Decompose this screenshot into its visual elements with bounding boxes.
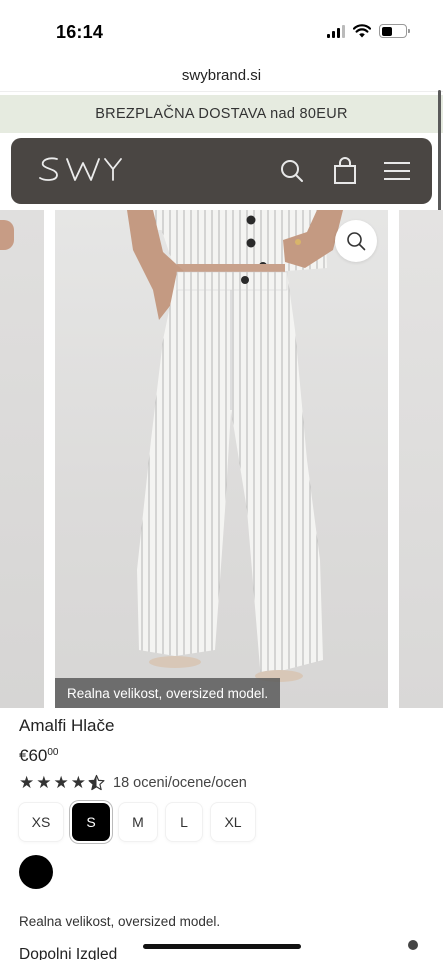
price-main: €60 [19,746,48,765]
cellular-signal-icon [327,24,345,38]
product-gallery[interactable]: Realna velikost, oversized model. [0,210,443,708]
scrollbar[interactable] [438,90,441,214]
zoom-icon [347,232,366,251]
star-full-icon: ★ [36,773,52,792]
size-option-xl[interactable]: XL [211,803,255,841]
price-cents: 00 [47,747,59,758]
size-option-m[interactable]: M [119,803,157,841]
promo-banner: BREZPLAČNA DOSTAVA nad 80EUR [0,95,443,133]
star-full-icon: ★ [19,773,35,792]
gallery-next-slide[interactable] [399,210,443,708]
product-description: Realna velikost, oversized model. [19,914,221,929]
bag-icon[interactable] [330,156,360,186]
brand-logo[interactable] [37,152,127,193]
product-price: €6000 [19,746,59,766]
star-full-icon: ★ [70,773,86,792]
status-icons [327,24,410,38]
size-selector: XS S M L XL [19,803,255,841]
gallery-caption-text: Realna velikost, oversized model. [67,685,269,701]
site-header [11,138,432,204]
floating-dot[interactable] [408,940,418,950]
search-icon[interactable] [277,156,307,186]
star-half-icon [88,774,105,791]
size-option-s[interactable]: S [72,803,110,841]
wifi-icon [353,24,371,38]
size-option-xs[interactable]: XS [19,803,63,841]
complete-look-heading: Dopolni Izgled [19,946,118,960]
product-title: Amalfi Hlače [19,716,115,735]
gallery-caption: Realna velikost, oversized model. [55,678,281,708]
url-text: swybrand.si [181,67,262,84]
product-photo [127,210,343,682]
star-full-icon: ★ [53,773,69,792]
menu-icon[interactable] [382,156,412,186]
zoom-button[interactable] [335,220,377,262]
status-bar: 16:14 [0,0,443,60]
url-bar[interactable]: swybrand.si [0,60,443,92]
product-rating[interactable]: ★ ★ ★ ★ 18 oceni/ocene/ocen [19,774,247,791]
battery-icon [379,24,410,38]
size-option-l[interactable]: L [166,803,202,841]
gallery-prev-slide[interactable] [0,210,44,708]
status-time: 16:14 [56,22,104,42]
color-swatch-black[interactable] [19,855,53,889]
rating-count: 18 oceni/ocene/ocen [113,774,247,791]
gallery-main-slide[interactable]: Realna velikost, oversized model. [55,210,388,708]
swy-logo-icon [39,157,122,181]
promo-text: BREZPLAČNA DOSTAVA nad 80EUR [95,106,348,122]
home-indicator[interactable] [143,944,301,949]
